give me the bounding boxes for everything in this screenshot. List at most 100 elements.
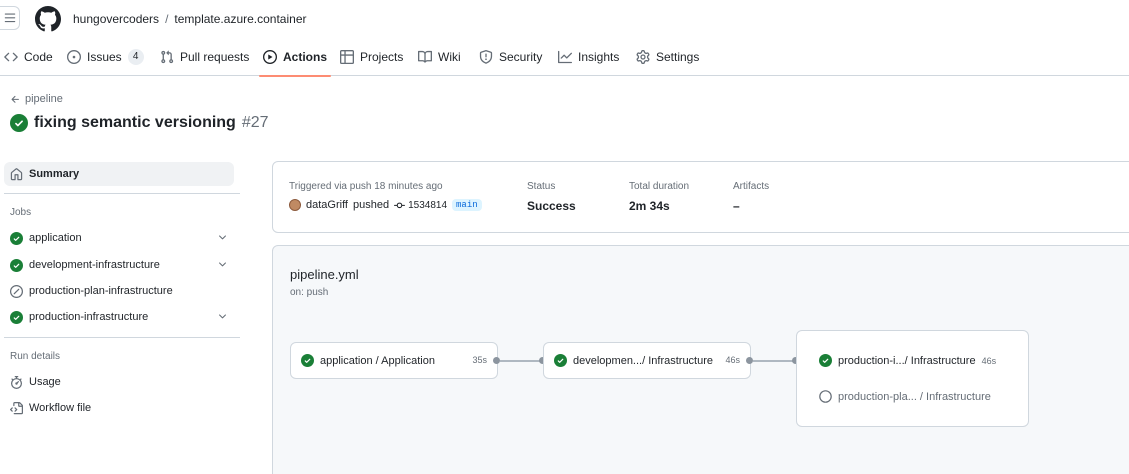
job-card-development-infrastructure[interactable]: developmen.../ Infrastructure 46s <box>543 342 751 379</box>
commit-sha-text: 1534814 <box>408 199 448 211</box>
workflow-trigger: on: push <box>290 287 329 298</box>
trigger-label: Triggered via push 18 minutes ago <box>289 181 443 192</box>
check-circle-fill-icon <box>10 310 23 324</box>
tab-actions-label: Actions <box>283 50 328 64</box>
check-circle-fill-icon <box>10 258 23 272</box>
graph-icon <box>558 50 572 64</box>
github-logo-icon[interactable] <box>35 6 61 32</box>
job-row-production-infrastructure[interactable]: production-i.../ Infrastructure 46s <box>819 354 996 367</box>
git-commit-icon <box>394 202 406 208</box>
check-circle-fill-icon <box>554 354 567 367</box>
duration-value: 2m 34s <box>629 199 670 213</box>
tab-wiki[interactable]: Wiki <box>418 38 461 76</box>
chevron-down-icon[interactable] <box>217 232 228 243</box>
sidebar-job-production-infrastructure[interactable]: production-infrastructure <box>10 308 228 326</box>
sidebar-item-usage[interactable]: Usage <box>10 373 228 391</box>
tab-issues[interactable]: Issues 4 <box>67 38 144 76</box>
job-duration: 46s <box>725 355 740 365</box>
repo-link[interactable]: template.azure.container <box>174 12 306 26</box>
sidebar-job-development-infrastructure[interactable]: development-infrastructure <box>10 256 228 274</box>
table-icon <box>340 50 354 64</box>
sidebar-job-application[interactable]: application <box>10 229 228 247</box>
file-code-icon <box>10 401 23 414</box>
tab-actions[interactable]: Actions <box>258 38 332 77</box>
artifacts-label: Artifacts <box>733 181 770 192</box>
owner-link[interactable]: hungovercoders <box>73 12 159 26</box>
workflow-file-label: Workflow file <box>29 402 92 414</box>
gear-icon <box>636 50 650 64</box>
shield-icon <box>479 50 493 64</box>
back-to-workflow-link[interactable]: pipeline <box>10 93 63 105</box>
workflow-graph-panel: pipeline.yml on: push application / Appl… <box>272 245 1129 474</box>
status-value: Success <box>527 199 576 213</box>
action-text: pushed <box>353 199 390 211</box>
actor-link[interactable]: dataGriff <box>306 199 348 211</box>
repo-nav: Code Issues 4 Pull requests Actions Proj… <box>0 38 1129 77</box>
workflow-file-name[interactable]: pipeline.yml <box>290 267 359 282</box>
branch-badge[interactable]: main <box>452 199 482 211</box>
sidebar-item-summary[interactable]: Summary <box>4 162 234 186</box>
job-duration: 35s <box>472 355 487 365</box>
run-title-text: fixing semantic versioning <box>34 114 236 131</box>
back-link-label: pipeline <box>25 93 63 105</box>
play-icon <box>263 50 277 64</box>
job-row-production-plan-infrastructure[interactable]: production-pla... / Infrastructure <box>819 390 991 403</box>
connector-line <box>753 360 793 362</box>
tab-settings-label: Settings <box>656 50 700 64</box>
sidebar-job-label: application <box>29 232 82 244</box>
commit-sha[interactable]: 1534814 <box>394 200 447 211</box>
tab-security[interactable]: Security <box>479 38 542 76</box>
page-title: fixing semantic versioning #27 <box>10 114 269 132</box>
chevron-down-icon[interactable] <box>217 259 228 270</box>
breadcrumb: hungovercoders / template.azure.containe… <box>73 12 306 26</box>
breadcrumb-separator: / <box>165 12 169 26</box>
job-name: application / Application <box>320 354 435 367</box>
arrow-left-icon <box>11 95 19 103</box>
tab-settings[interactable]: Settings <box>636 38 699 76</box>
sidebar-divider <box>4 193 240 194</box>
connector-dot <box>746 357 753 364</box>
sidebar-job-label: production-plan-infrastructure <box>29 285 173 297</box>
chevron-down-icon[interactable] <box>217 311 228 322</box>
top-bar: hungovercoders / template.azure.containe… <box>0 0 1129 38</box>
pull-request-icon <box>161 50 174 64</box>
book-icon <box>418 50 432 63</box>
hamburger-icon <box>4 13 15 23</box>
tab-code-label: Code <box>24 50 53 64</box>
issue-opened-icon <box>67 50 81 64</box>
trigger-info: Triggered via push 18 minutes ago dataGr… <box>289 181 482 211</box>
status-info: Status Success <box>527 181 576 213</box>
check-circle-fill-icon <box>301 354 314 367</box>
menu-button[interactable] <box>0 6 20 30</box>
duration-info: Total duration 2m 34s <box>629 181 689 213</box>
check-circle-fill-icon <box>10 114 28 132</box>
tab-security-label: Security <box>499 50 543 64</box>
avatar[interactable] <box>289 199 301 211</box>
artifacts-info: Artifacts – <box>733 181 769 213</box>
check-circle-fill-icon <box>819 354 832 367</box>
tab-code[interactable]: Code <box>4 38 53 76</box>
run-details-heading: Run details <box>10 351 61 362</box>
tab-insights[interactable]: Insights <box>558 38 619 76</box>
sidebar-job-production-plan-infrastructure[interactable]: production-plan-infrastructure <box>10 282 228 300</box>
job-name: developmen.../ Infrastructure <box>573 354 714 367</box>
sidebar-item-workflow-file[interactable]: Workflow file <box>10 399 228 417</box>
run-summary-panel: Triggered via push 18 minutes ago dataGr… <box>272 161 1129 233</box>
sidebar-divider <box>4 337 240 338</box>
job-name: production-i.../ Infrastructure <box>838 354 976 367</box>
stopwatch-icon <box>11 375 22 389</box>
tab-projects[interactable]: Projects <box>340 38 403 76</box>
status-label: Status <box>527 181 556 192</box>
job-name: production-pla... / Infrastructure <box>838 390 991 403</box>
job-card-application[interactable]: application / Application 35s <box>290 342 498 379</box>
tab-pull-requests[interactable]: Pull requests <box>160 38 249 76</box>
circle-icon <box>819 390 832 403</box>
run-number: #27 <box>241 114 269 131</box>
connector-line <box>500 360 540 362</box>
job-duration: 46s <box>981 355 997 366</box>
tab-wiki-label: Wiki <box>438 50 461 64</box>
connector-dot <box>493 357 500 364</box>
usage-label: Usage <box>29 376 61 388</box>
tab-issues-label: Issues <box>87 50 122 64</box>
jobs-heading: Jobs <box>10 207 32 218</box>
